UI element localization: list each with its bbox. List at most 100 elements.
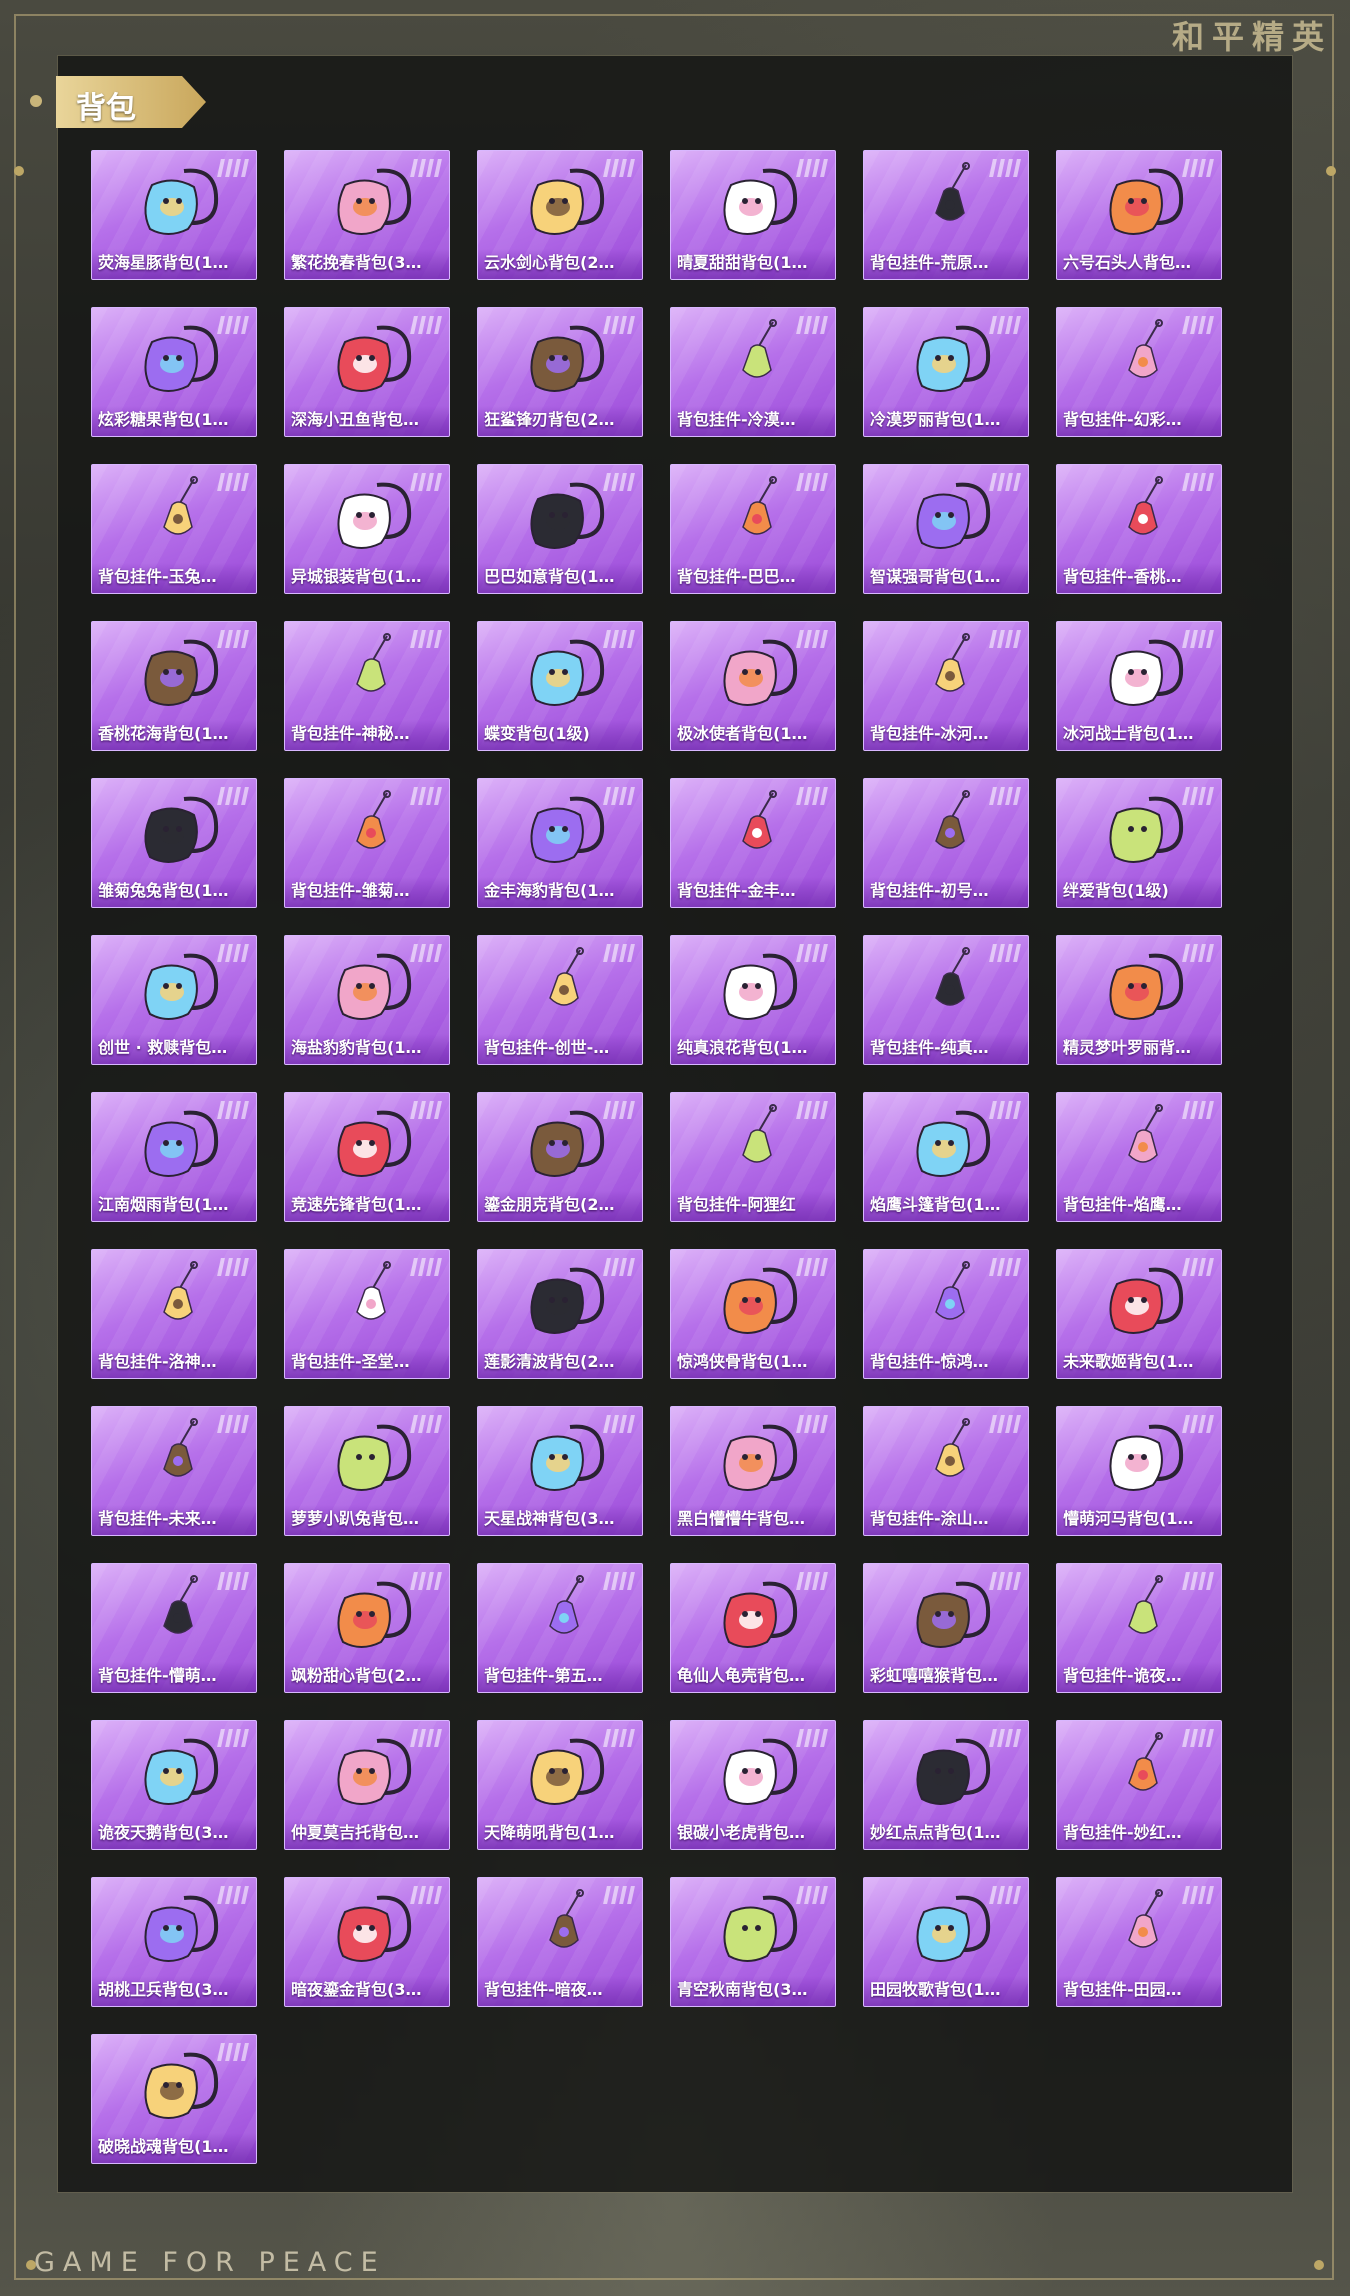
item-card[interactable]: 天降萌吼背包(1… [477,1720,643,1850]
item-card[interactable]: 背包挂件-阿狸红 [670,1092,836,1222]
item-label-bar: 背包挂件-阿狸红 [671,1191,835,1221]
item-card[interactable]: 背包挂件-神秘… [284,621,450,751]
item-card[interactable]: 深海小丑鱼背包… [284,307,450,437]
item-name: 背包挂件-涂山… [870,1509,989,1528]
item-card[interactable]: 狂鲨锋刃背包(2… [477,307,643,437]
item-name: 背包挂件-幻彩… [1063,410,1182,429]
item-card[interactable]: 背包挂件-金丰… [670,778,836,908]
item-label-bar: 萝萝小趴兔背包… [285,1505,449,1535]
item-card[interactable]: 黑白懵懵牛背包… [670,1406,836,1536]
gold-mech-backpack-icon [144,953,219,1020]
item-card[interactable]: 背包挂件-圣堂… [284,1249,450,1379]
item-label-bar: 背包挂件-妙红… [1057,1819,1221,1849]
item-card[interactable]: 背包挂件-玉兔… [91,464,257,594]
item-card[interactable]: 智谋强哥背包(1… [863,464,1029,594]
item-card[interactable]: 天星战神背包(3… [477,1406,643,1536]
item-card[interactable]: 背包挂件-惊鸿… [863,1249,1029,1379]
item-card[interactable]: 彩虹嘻嘻猴背包… [863,1563,1029,1693]
tassel-charm-icon [935,1261,970,1320]
purple-sword-charm-icon [935,790,970,849]
item-card[interactable]: 精灵梦叶罗丽背… [1056,935,1222,1065]
item-card[interactable]: 炫彩糖果背包(1… [91,307,257,437]
item-card[interactable]: 香桃花海背包(1… [91,621,257,751]
item-card[interactable]: 背包挂件-诡夜… [1056,1563,1222,1693]
item-card[interactable]: 背包挂件-巴巴… [670,464,836,594]
item-label-bar: 飒粉甜心背包(2… [285,1662,449,1692]
item-card[interactable]: 惊鸿侠骨背包(1… [670,1249,836,1379]
item-card[interactable]: 雏菊兔兔背包(1… [91,778,257,908]
item-card[interactable]: 背包挂件-创世-… [477,935,643,1065]
item-card[interactable]: 晴夏甜甜背包(1… [670,150,836,280]
item-card[interactable]: 背包挂件-田园… [1056,1877,1222,2007]
item-name: 背包挂件-未来… [98,1509,217,1528]
item-card[interactable]: 背包挂件-冷漠… [670,307,836,437]
item-card[interactable]: 背包挂件-初号… [863,778,1029,908]
item-card[interactable]: 绊爱背包(1级) [1056,778,1222,908]
item-card[interactable]: 蝶变背包(1级) [477,621,643,751]
item-card[interactable]: 妙红点点背包(1… [863,1720,1029,1850]
item-label-bar: 背包挂件-冷漠… [671,406,835,436]
item-card[interactable]: 背包挂件-香桃… [1056,464,1222,594]
item-name: 鎏金朋克背包(2… [484,1195,615,1214]
item-card[interactable]: 鎏金朋克背包(2… [477,1092,643,1222]
item-card[interactable]: 背包挂件-焰鹰… [1056,1092,1222,1222]
butterfly-backpack-icon [530,639,605,706]
item-card[interactable]: 田园牧歌背包(1… [863,1877,1029,2007]
item-card[interactable]: 背包挂件-纯真… [863,935,1029,1065]
item-card[interactable]: 破晓战魂背包(1… [91,2034,257,2164]
item-card[interactable]: 背包挂件-荒原… [863,150,1029,280]
footer-slogan: GAME FOR PEACE [34,2247,386,2278]
item-card[interactable]: 背包挂件-未来… [91,1406,257,1536]
item-card[interactable]: 极冰使者背包(1… [670,621,836,751]
item-card[interactable]: 飒粉甜心背包(2… [284,1563,450,1693]
item-label-bar: 背包挂件-涂山… [864,1505,1028,1535]
item-card[interactable]: 异城银装背包(1… [284,464,450,594]
item-card[interactable]: 纯真浪花背包(1… [670,935,836,1065]
item-name: 背包挂件-暗夜… [484,1980,603,1999]
item-card[interactable]: 创世 · 救赎背包… [91,935,257,1065]
item-card[interactable]: 未来歌姬背包(1… [1056,1249,1222,1379]
item-card[interactable]: 巴巴如意背包(1… [477,464,643,594]
item-card[interactable]: 冷漠罗丽背包(1… [863,307,1029,437]
item-card[interactable]: 背包挂件-第五… [477,1563,643,1693]
item-name: 背包挂件-懵萌… [98,1666,217,1685]
item-card[interactable]: 焰鹰斗篷背包(1… [863,1092,1029,1222]
item-card[interactable]: 云水剑心背包(2… [477,150,643,280]
item-card[interactable]: 荧海星豚背包(1… [91,150,257,280]
idol-backpack-icon [1109,1267,1184,1334]
item-card[interactable]: 竞速先锋背包(1… [284,1092,450,1222]
leaf-charm-icon [163,1575,198,1634]
item-card[interactable]: 莲影清波背包(2… [477,1249,643,1379]
item-card[interactable]: 萝萝小趴兔背包… [284,1406,450,1536]
item-card[interactable]: 银碳小老虎背包… [670,1720,836,1850]
item-label-bar: 田园牧歌背包(1… [864,1976,1028,2006]
item-card[interactable]: 背包挂件-暗夜… [477,1877,643,2007]
mech-charm-icon [935,633,970,692]
item-card[interactable]: 冰河战士背包(1… [1056,621,1222,751]
fan-backpack-icon [144,1110,219,1177]
item-card[interactable]: 暗夜鎏金背包(3… [284,1877,450,2007]
item-card[interactable]: 背包挂件-洛神… [91,1249,257,1379]
item-card[interactable]: 龟仙人龟壳背包… [670,1563,836,1693]
item-card[interactable]: 背包挂件-雏菊… [284,778,450,908]
item-card[interactable]: 背包挂件-懵萌… [91,1563,257,1693]
item-card[interactable]: 江南烟雨背包(1… [91,1092,257,1222]
item-name: 背包挂件-冷漠… [677,410,796,429]
item-card[interactable]: 诡夜天鹅背包(3… [91,1720,257,1850]
item-card[interactable]: 背包挂件-涂山… [863,1406,1029,1536]
item-card[interactable]: 胡桃卫兵背包(3… [91,1877,257,2007]
item-card[interactable]: 懵萌河马背包(1… [1056,1406,1222,1536]
item-name: 香桃花海背包(1… [98,724,229,743]
item-card[interactable]: 背包挂件-冰河… [863,621,1029,751]
item-card[interactable]: 仲夏莫吉托背包… [284,1720,450,1850]
item-card[interactable]: 青空秋南背包(3… [670,1877,836,2007]
item-card[interactable]: 背包挂件-妙红… [1056,1720,1222,1850]
brand-logo: 和平精英 [1171,18,1332,56]
item-card[interactable]: 六号石头人背包… [1056,150,1222,280]
item-card[interactable]: 背包挂件-幻彩… [1056,307,1222,437]
item-label-bar: 冷漠罗丽背包(1… [864,406,1028,436]
item-card[interactable]: 繁花挽春背包(3… [284,150,450,280]
item-card[interactable]: 海盐豹豹背包(1… [284,935,450,1065]
item-card[interactable]: 金丰海豹背包(1… [477,778,643,908]
item-name: 莲影清波背包(2… [484,1352,615,1371]
